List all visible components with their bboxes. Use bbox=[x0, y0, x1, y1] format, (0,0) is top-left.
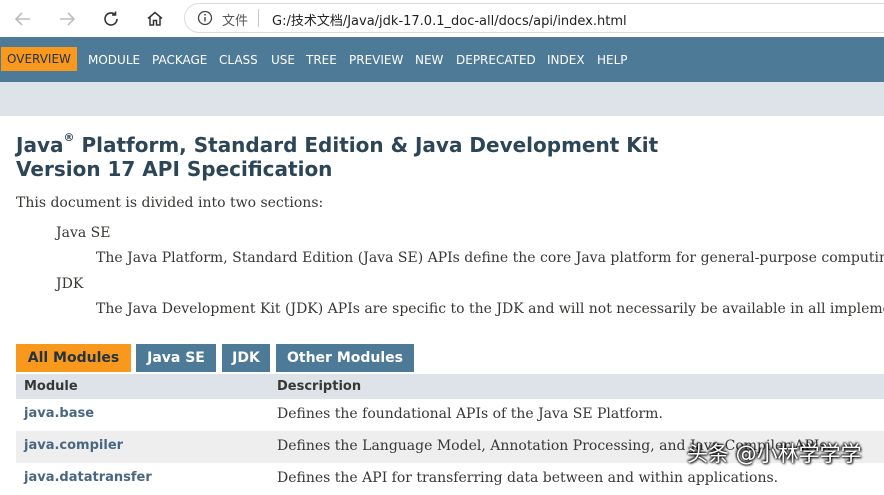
section-term-java-se: Java SE bbox=[56, 225, 111, 241]
module-description: Defines the API for transferring data be… bbox=[277, 470, 779, 486]
reload-icon[interactable] bbox=[100, 8, 122, 30]
browser-toolbar: 文件 G:/技术文档/Java/jdk-17.0.1_doc-all/docs/… bbox=[0, 0, 884, 37]
tab-jdk[interactable]: JDK bbox=[222, 344, 270, 372]
module-link[interactable]: java.compiler bbox=[24, 438, 123, 453]
page-subtitle: Version 17 API Specification bbox=[16, 157, 333, 181]
tab-other-modules[interactable]: Other Modules bbox=[276, 344, 414, 372]
nav-module[interactable]: MODULE bbox=[88, 52, 140, 68]
tab-java-se[interactable]: Java SE bbox=[136, 344, 216, 372]
nav-package[interactable]: PACKAGE bbox=[152, 52, 207, 68]
info-icon[interactable] bbox=[197, 10, 213, 30]
intro-lead: This document is divided into two sectio… bbox=[16, 195, 324, 211]
nav-class[interactable]: CLASS bbox=[219, 52, 258, 68]
page-title: Java® Platform, Standard Edition & Java … bbox=[16, 131, 659, 157]
file-label: 文件 bbox=[222, 14, 249, 29]
table-row: java.base Defines the foundational APIs … bbox=[16, 399, 884, 431]
section-term-jdk: JDK bbox=[56, 276, 84, 292]
title-rest: Platform, Standard Edition & Java Develo… bbox=[74, 133, 659, 157]
sub-navigation-bar bbox=[0, 82, 884, 116]
title-java: Java bbox=[16, 133, 64, 157]
nav-use[interactable]: USE bbox=[271, 52, 295, 68]
back-arrow-icon[interactable] bbox=[12, 8, 34, 30]
watermark: 头条 @小林学学学 bbox=[687, 442, 862, 466]
table-header: Module Description bbox=[16, 374, 884, 399]
forward-arrow-icon[interactable] bbox=[56, 8, 78, 30]
address-bar[interactable]: 文件 G:/技术文档/Java/jdk-17.0.1_doc-all/docs/… bbox=[184, 3, 884, 33]
column-header-module: Module bbox=[24, 379, 78, 394]
registered-mark: ® bbox=[63, 131, 75, 144]
nav-preview[interactable]: PREVIEW bbox=[349, 52, 403, 68]
section-desc-java-se: The Java Platform, Standard Edition (Jav… bbox=[96, 250, 884, 266]
nav-overview[interactable]: OVERVIEW bbox=[1, 47, 77, 71]
nav-deprecated[interactable]: DEPRECATED bbox=[456, 52, 536, 68]
module-description: Defines the foundational APIs of the Jav… bbox=[277, 406, 663, 422]
nav-help[interactable]: HELP bbox=[597, 52, 628, 68]
address-separator bbox=[258, 9, 259, 27]
nav-new[interactable]: NEW bbox=[415, 52, 443, 68]
column-header-description: Description bbox=[277, 379, 362, 394]
top-navigation-bar: OVERVIEW MODULE PACKAGE CLASS USE TREE P… bbox=[0, 37, 884, 82]
tab-all-modules[interactable]: All Modules bbox=[16, 344, 131, 372]
home-icon[interactable] bbox=[144, 8, 166, 30]
module-link[interactable]: java.base bbox=[24, 406, 94, 421]
section-desc-jdk: The Java Development Kit (JDK) APIs are … bbox=[96, 301, 884, 317]
nav-tree[interactable]: TREE bbox=[306, 52, 337, 68]
nav-index[interactable]: INDEX bbox=[547, 52, 585, 68]
module-link[interactable]: java.datatransfer bbox=[24, 470, 152, 485]
url-text[interactable]: G:/技术文档/Java/jdk-17.0.1_doc-all/docs/api… bbox=[272, 10, 627, 29]
